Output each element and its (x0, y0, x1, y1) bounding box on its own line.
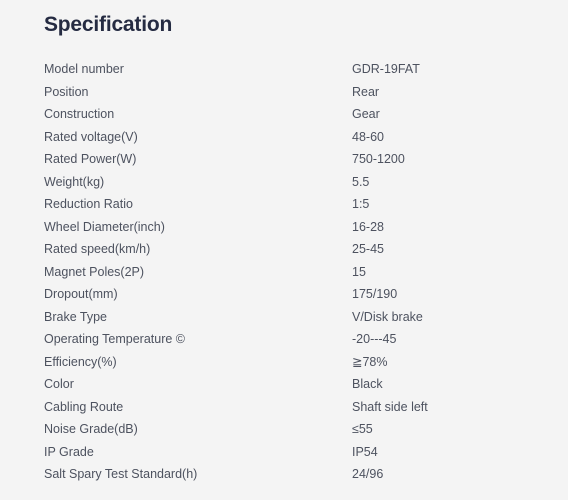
spec-label: Model number (44, 62, 124, 76)
spec-label: Dropout(mm) (44, 287, 118, 301)
table-row: Color Black (0, 373, 568, 396)
spec-label: Salt Spary Test Standard(h) (44, 467, 198, 481)
page-title: Specification (44, 13, 173, 36)
spec-label: Operating Temperature © (44, 332, 185, 346)
spec-label: Color (44, 377, 74, 391)
table-row: Cabling Route Shaft side left (0, 396, 568, 419)
spec-label: Reduction Ratio (44, 197, 133, 211)
table-row: Construction Gear (0, 103, 568, 126)
spec-label: Wheel Diameter(inch) (44, 219, 165, 234)
table-row: Position Rear (0, 81, 568, 104)
spec-label: Magnet Poles(2P) (44, 264, 145, 279)
table-row: Wheel Diameter(inch) 16-28 (0, 216, 568, 239)
spec-label: Weight(kg) (44, 174, 105, 189)
spec-value: 175/190 (352, 287, 398, 301)
table-row: Dropout(mm) 175/190 (0, 283, 568, 306)
spec-label: Position (44, 84, 89, 99)
table-row: Rated speed(km/h) 25-45 (0, 238, 568, 261)
spec-value: V/Disk brake (352, 309, 423, 324)
table-row: Weight(kg) 5.5 (0, 171, 568, 194)
spec-value: Rear (352, 84, 380, 99)
spec-value: 5.5 (352, 174, 370, 189)
spec-label: Efficiency(%) (44, 354, 117, 369)
spec-label: Rated speed(km/h) (44, 242, 151, 256)
specification-table: Model number GDR-19FAT Position Rear Constru… (0, 58, 568, 486)
specification-panel: Specification Model number GDR-19FAT Posit… (0, 0, 568, 500)
table-row: Reduction Ratio 1:5 (0, 193, 568, 216)
spec-value: 1:5 (352, 197, 370, 211)
spec-value: 15 (352, 264, 366, 279)
specification-table-body: Model number GDR-19FAT Position Rear Constru… (0, 58, 568, 486)
table-row: Brake Type V/Disk brake (0, 306, 568, 329)
spec-label: Noise Grade(dB) (44, 422, 138, 436)
spec-value: 750-1200 (352, 152, 405, 166)
spec-label: Rated Power(W) (44, 152, 137, 166)
spec-label: Brake Type (44, 309, 108, 324)
spec-value: -20---45 (352, 332, 397, 346)
spec-value: 25-45 (352, 242, 384, 256)
table-row: IP Grade IP54 (0, 441, 568, 464)
spec-value: 48-60 (352, 129, 384, 144)
table-row: Salt Spary Test Standard(h) 24/96 (0, 463, 568, 486)
spec-value: 24/96 (352, 467, 384, 481)
spec-value: Shaft side left (352, 399, 428, 414)
spec-label: IP Grade (44, 444, 94, 459)
spec-value: IP54 (352, 444, 378, 459)
spec-value: ≧78% (352, 354, 388, 369)
spec-value: 16-28 (352, 219, 384, 234)
spec-label: Construction (44, 107, 115, 121)
table-row: Magnet Poles(2P) 15 (0, 261, 568, 284)
spec-value: Black (352, 377, 383, 391)
table-row: Efficiency(%) ≧78% (0, 351, 568, 374)
table-row: Model number GDR-19FAT (0, 58, 568, 81)
table-row: Operating Temperature © -20---45 (0, 328, 568, 351)
table-row: Rated Power(W) 750-1200 (0, 148, 568, 171)
table-row: Rated voltage(V) 48-60 (0, 126, 568, 149)
spec-value: GDR-19FAT (352, 62, 420, 76)
spec-value: ≤55 (352, 422, 373, 436)
spec-value: Gear (352, 107, 380, 121)
spec-label: Cabling Route (44, 399, 124, 414)
table-row: Noise Grade(dB) ≤55 (0, 418, 568, 441)
spec-label: Rated voltage(V) (44, 129, 138, 144)
